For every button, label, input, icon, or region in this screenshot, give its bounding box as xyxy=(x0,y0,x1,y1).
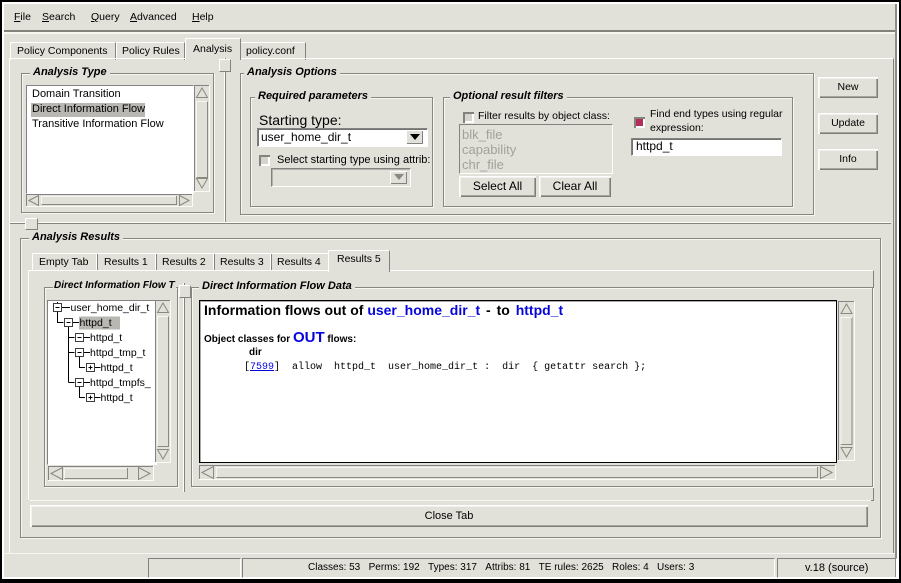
svg-text:httpd_t: httpd_t xyxy=(90,332,122,344)
svg-text:httpd_t: httpd_t xyxy=(80,317,112,329)
svg-text:httpd_t: httpd_t xyxy=(101,392,133,404)
svg-text:httpd_t: httpd_t xyxy=(101,362,133,374)
svg-text:httpd_tmp_t: httpd_tmp_t xyxy=(90,347,146,359)
svg-text:user_home_dir_t: user_home_dir_t xyxy=(71,302,150,314)
svg-text:httpd_tmpfs_: httpd_tmpfs_ xyxy=(90,377,151,389)
